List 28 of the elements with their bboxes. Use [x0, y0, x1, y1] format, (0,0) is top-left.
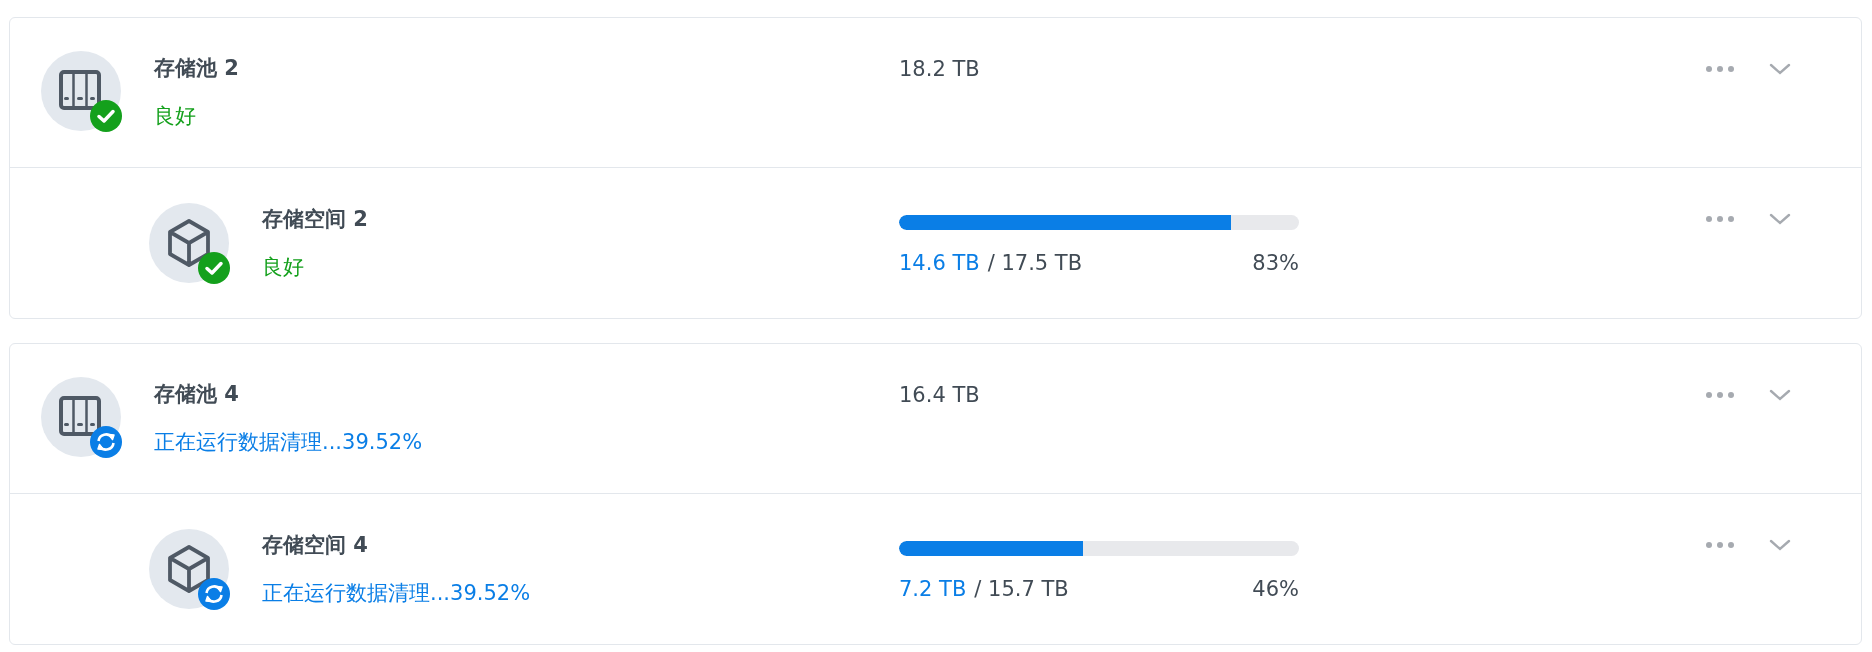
- status-text: 良好: [154, 103, 197, 130]
- chevron-down-icon[interactable]: [1769, 539, 1791, 551]
- check-icon: [90, 100, 122, 132]
- pool-size: 18.2 TB: [899, 56, 981, 83]
- more-icon[interactable]: [1705, 215, 1735, 223]
- status-text: 正在运行数据清理...39.52%: [154, 429, 423, 456]
- usage-percent: 46%: [1252, 575, 1299, 603]
- sync-icon: [198, 578, 230, 610]
- pool-title: 存储池 4: [154, 381, 240, 408]
- status-text: 正在运行数据清理...39.52%: [262, 580, 531, 607]
- volume-title: 存储空间 4: [262, 532, 369, 559]
- chevron-down-icon[interactable]: [1769, 389, 1791, 401]
- total-capacity: / 15.7 TB: [974, 575, 1069, 603]
- more-icon[interactable]: [1705, 541, 1735, 549]
- chevron-down-icon[interactable]: [1769, 213, 1791, 225]
- status-text: 良好: [262, 254, 305, 281]
- total-capacity: / 17.5 TB: [987, 249, 1083, 277]
- more-icon[interactable]: [1705, 65, 1735, 73]
- more-icon[interactable]: [1705, 391, 1735, 399]
- usage-percent: 83%: [1252, 249, 1299, 277]
- used-capacity: 14.6 TB: [899, 249, 980, 277]
- pool-size: 16.4 TB: [899, 382, 981, 409]
- pool-title: 存储池 2: [154, 55, 239, 82]
- sync-icon: [90, 426, 122, 458]
- used-capacity: 7.2 TB: [899, 575, 967, 603]
- volume-title: 存储空间 2: [262, 206, 368, 233]
- chevron-down-icon[interactable]: [1769, 63, 1791, 75]
- check-icon: [198, 252, 230, 284]
